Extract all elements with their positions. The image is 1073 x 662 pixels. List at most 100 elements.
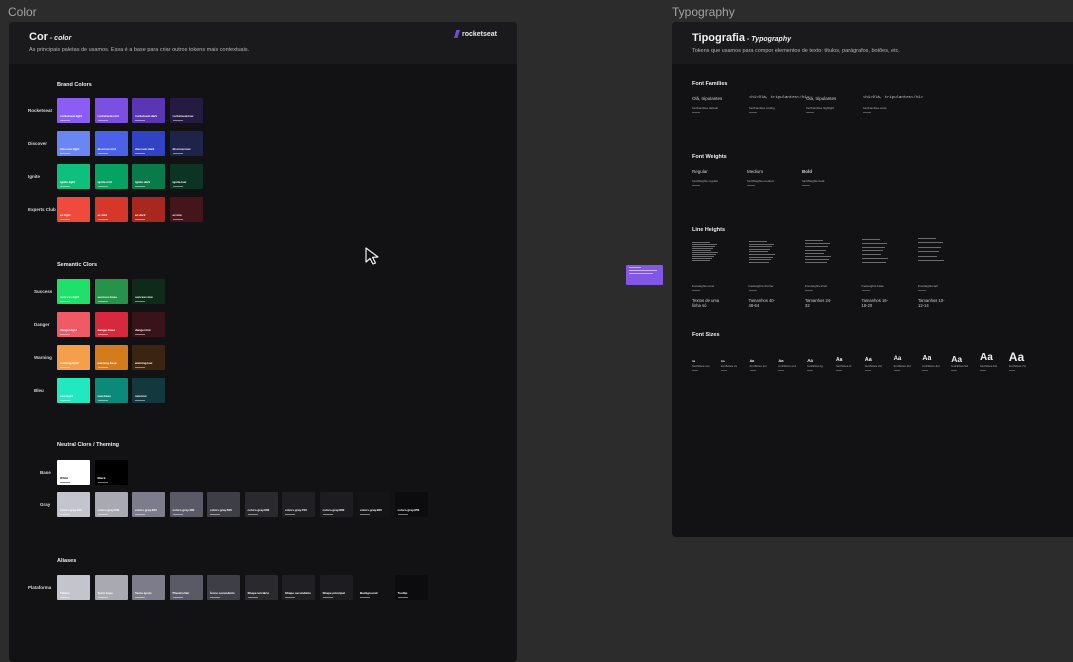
color-swatch[interactable]: colors.gray.300 — [132, 492, 165, 517]
font-size-sample: Aa — [1008, 350, 1025, 364]
typography-board[interactable]: Tipografia - Typography Tokens que usamo… — [672, 22, 1073, 537]
token-value-line — [807, 370, 814, 371]
color-swatch[interactable]: ec.light — [57, 197, 90, 222]
line-height-caption: Tamanhos 16-18-20 — [861, 298, 889, 308]
swatch-value-line — [247, 514, 258, 515]
swatch-value-line — [135, 367, 145, 368]
color-swatch[interactable]: danger.low — [132, 312, 165, 337]
color-swatch[interactable]: new.base — [94, 378, 128, 403]
color-swatch[interactable]: ignite.mid — [94, 164, 128, 189]
color-swatch[interactable]: colors.gray.800 — [319, 492, 353, 517]
color-swatch[interactable]: success.base — [94, 279, 128, 304]
swatch-name: colors.gray.100 — [60, 508, 82, 512]
token-value-line — [692, 290, 700, 291]
swatch-name: ec.low — [172, 213, 182, 217]
color-swatch[interactable]: success.light — [57, 279, 90, 304]
swatch-name: ec.mid — [97, 213, 108, 217]
color-swatch[interactable]: ignite.light — [57, 164, 90, 189]
token-value-line — [918, 290, 926, 291]
line-height-caption: Tamanhos 40-48-64 — [748, 298, 776, 308]
color-swatch[interactable]: Tooltip — [394, 575, 428, 600]
font-size-token: fontSizes.md — [778, 364, 796, 368]
swatch-value-line — [135, 219, 145, 220]
row-label: Ignite — [28, 173, 40, 179]
title-main: Cor — [29, 31, 48, 43]
color-swatch[interactable]: danger.base — [94, 312, 128, 337]
frame-label-color[interactable]: Color — [8, 5, 37, 19]
token-value-line — [922, 370, 929, 371]
color-swatch[interactable]: Texto base — [94, 575, 128, 600]
swatch-name: discover.light — [60, 147, 80, 151]
swatch-value-line — [135, 334, 145, 335]
color-swatch[interactable]: success.low — [132, 279, 165, 304]
swatch-value-line — [285, 597, 295, 598]
pointer-cursor-icon — [365, 247, 379, 265]
color-swatch[interactable]: colors.gray.600 — [244, 492, 278, 517]
swatch-value-line — [135, 597, 145, 598]
color-swatch[interactable]: ignite.low — [169, 164, 203, 189]
color-swatch[interactable]: White — [57, 460, 90, 485]
color-swatch[interactable]: colors.gray.400 — [169, 492, 203, 517]
color-swatch[interactable]: ec.low — [169, 197, 203, 222]
color-swatch[interactable]: Shape principal — [319, 575, 353, 600]
color-swatch[interactable]: ec.dark — [132, 197, 165, 222]
token-value-line — [692, 185, 700, 186]
frame-label-typography[interactable]: Typography — [672, 5, 735, 19]
swatch-value-line — [247, 597, 258, 598]
color-board[interactable]: Cor - color As principais paletas de usa… — [9, 22, 517, 662]
color-swatch[interactable]: new.light — [57, 378, 90, 403]
color-swatch[interactable]: warning.low — [132, 345, 165, 370]
color-swatch[interactable]: colors.gray.200 — [94, 492, 128, 517]
swatch-value-line — [60, 334, 70, 335]
swatch-value-line — [322, 597, 333, 598]
color-swatch[interactable]: colors.gray.950 — [394, 492, 428, 517]
color-swatch[interactable]: discover.light — [57, 131, 90, 156]
color-swatch[interactable]: warning.base — [94, 345, 128, 370]
color-swatch[interactable]: ignite.dark — [132, 164, 165, 189]
token-value-line — [863, 112, 871, 113]
color-swatch[interactable]: ec.mid — [94, 197, 128, 222]
color-swatch[interactable]: rocketseat.mid — [94, 98, 128, 123]
color-swatch[interactable]: colors.gray.700 — [282, 492, 315, 517]
color-swatch[interactable]: Títulos — [57, 575, 90, 600]
logo-text: rocketseat — [461, 30, 497, 38]
color-swatch[interactable]: discover.low — [169, 131, 203, 156]
color-swatch[interactable]: danger.light — [57, 312, 90, 337]
font-size-token: fontSizes.lg — [807, 364, 823, 368]
color-swatch[interactable]: Placeholder — [169, 575, 203, 600]
color-swatch[interactable]: colors.gray.900 — [357, 492, 390, 517]
color-swatch[interactable]: rocketseat.low — [169, 98, 203, 123]
color-swatch[interactable]: Shape secundário — [282, 575, 315, 600]
sticky-note[interactable] — [626, 265, 663, 285]
swatch-name: ignite.light — [60, 180, 76, 184]
color-swatch[interactable]: Black — [94, 460, 128, 485]
swatch-value-line — [97, 482, 108, 483]
color-swatch[interactable]: colors.gray.500 — [207, 492, 240, 517]
color-swatch[interactable]: Ícone secundário — [207, 575, 240, 600]
token-value-line — [864, 370, 871, 371]
swatch-value-line — [135, 153, 145, 154]
color-swatch[interactable]: new.low — [132, 378, 165, 403]
color-swatch[interactable]: discover.dark — [132, 131, 165, 156]
color-swatch[interactable]: Shape terciário — [244, 575, 278, 600]
swatch-value-line — [97, 120, 108, 121]
font-size-sample: Aa — [980, 352, 993, 363]
swatch-name: rocketseat.mid — [97, 114, 119, 118]
font-size-token: fontSizes.4xl — [922, 364, 940, 368]
color-swatch[interactable]: rocketseat.dark — [132, 98, 165, 123]
font-weight-token: fontWeights.medium — [747, 179, 775, 183]
color-swatch[interactable]: Texto apoio — [132, 575, 165, 600]
token-value-line — [802, 185, 810, 186]
color-swatch[interactable]: Background — [357, 575, 390, 600]
color-swatch[interactable]: warning.light — [57, 345, 90, 370]
color-swatch[interactable]: rocketseat.light — [57, 98, 90, 123]
swatch-name: ignite.mid — [97, 180, 112, 184]
page-subtitle: As principais paletas de usamos. Essa é … — [29, 47, 250, 53]
swatch-value-line — [135, 301, 145, 302]
line-height-preview — [692, 242, 718, 262]
line-height-caption: Tamanhos 10-12-14 — [918, 298, 945, 308]
color-swatch[interactable]: discover.mid — [94, 131, 128, 156]
row-label: Gray — [40, 501, 51, 507]
swatch-value-line — [135, 514, 145, 515]
color-swatch[interactable]: colors.gray.100 — [57, 492, 90, 517]
